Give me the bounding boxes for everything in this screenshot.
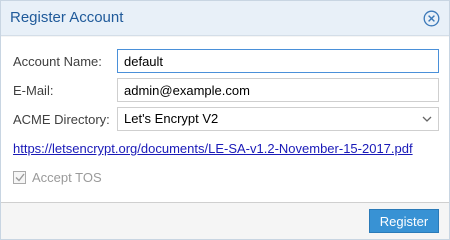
chevron-down-icon[interactable] (416, 108, 438, 130)
tos-link[interactable]: https://letsencrypt.org/documents/LE-SA-… (13, 141, 413, 156)
email-input[interactable] (117, 78, 439, 102)
acme-directory-select[interactable]: Let's Encrypt V2 (117, 107, 439, 131)
email-label: E-Mail: (13, 83, 54, 98)
checkbox-icon (13, 170, 26, 184)
dialog-title: Register Account (10, 9, 124, 26)
acme-directory-label: ACME Directory: (13, 112, 110, 127)
account-name-label: Account Name: (13, 54, 102, 69)
register-account-dialog: Register Account Account Name: E-Mail: A… (0, 0, 450, 240)
accept-tos-checkbox[interactable]: Accept TOS (13, 169, 102, 185)
register-button[interactable]: Register (369, 209, 439, 233)
dialog-titlebar: Register Account (1, 1, 449, 36)
dialog-body: Account Name: E-Mail: ACME Directory: Le… (1, 37, 449, 203)
acme-directory-value: Let's Encrypt V2 (124, 111, 219, 126)
dialog-footer: Register (1, 204, 449, 239)
close-icon[interactable] (423, 10, 440, 27)
account-name-input[interactable] (117, 49, 439, 73)
accept-tos-label: Accept TOS (32, 169, 102, 185)
